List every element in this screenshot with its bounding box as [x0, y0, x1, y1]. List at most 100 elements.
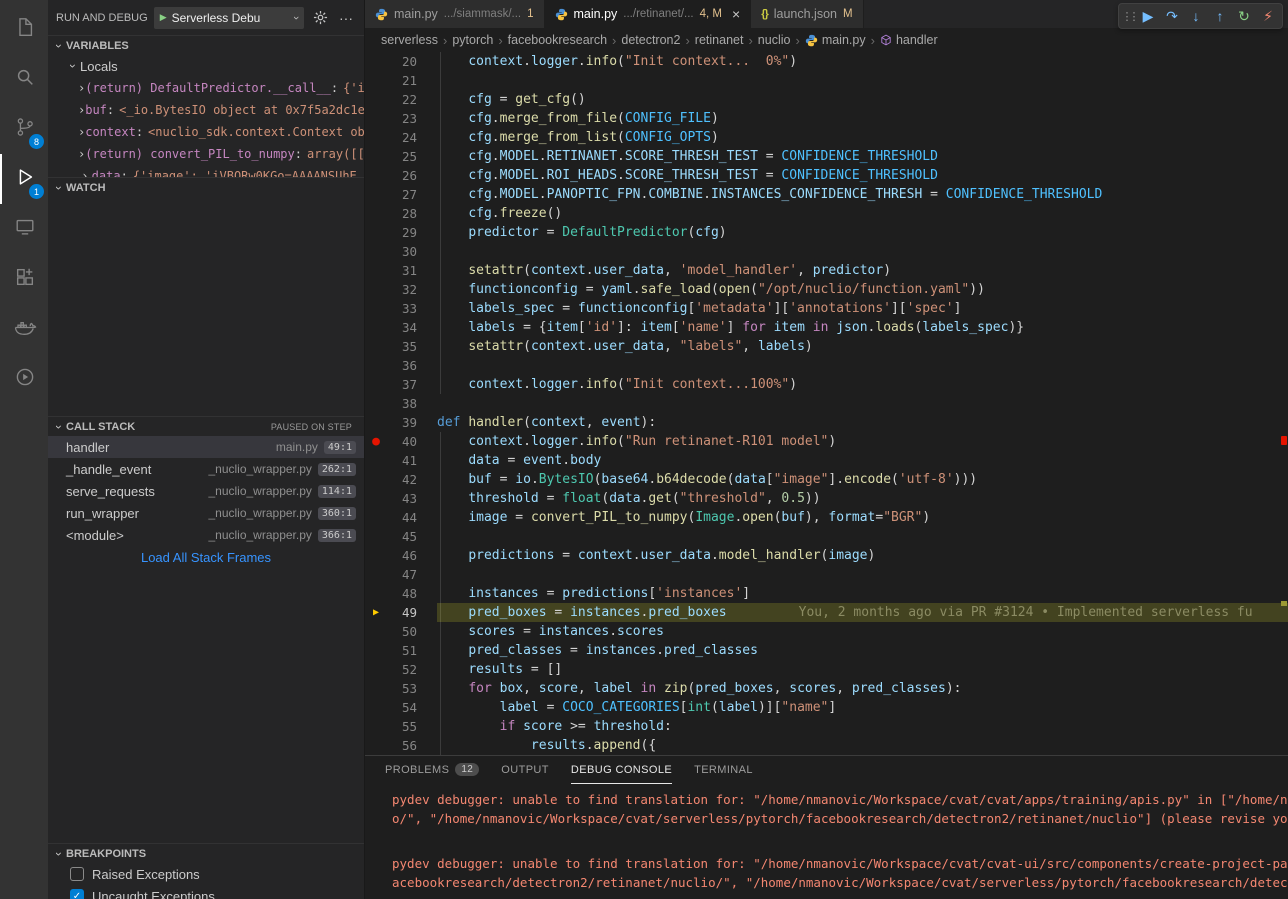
activity-source-control[interactable]: 8: [0, 104, 48, 154]
breadcrumb-item-detectron2[interactable]: detectron2: [621, 33, 680, 47]
breadcrumb-item-main-py[interactable]: main.py: [805, 33, 866, 47]
restart-button[interactable]: ↻: [1232, 4, 1256, 28]
stack-frame-row[interactable]: run_wrapper_nuclio_wrapper.py360:1: [48, 502, 364, 524]
code-line-text[interactable]: pred_boxes = instances.pred_boxesYou, 2 …: [437, 603, 1288, 622]
step-out-button[interactable]: ↑: [1208, 4, 1232, 28]
breakpoint-margin[interactable]: [365, 128, 387, 147]
code-line-text[interactable]: cfg.MODEL.ROI_HEADS.SCORE_THRESH_TEST = …: [437, 166, 1288, 185]
checkbox-checked-icon[interactable]: ✓: [70, 889, 84, 899]
code-line-text[interactable]: [437, 71, 1288, 90]
call-stack-section-header[interactable]: › CALL STACK PAUSED ON STEP: [48, 416, 364, 436]
breakpoint-margin[interactable]: [365, 698, 387, 717]
code-line-text[interactable]: cfg.merge_from_file(CONFIG_FILE): [437, 109, 1288, 128]
breakpoint-margin[interactable]: [365, 166, 387, 185]
breakpoint-margin[interactable]: ▶: [365, 603, 387, 622]
code-line-text[interactable]: if score >= threshold:: [437, 717, 1288, 736]
code-line-text[interactable]: cfg.MODEL.RETINANET.SCORE_THRESH_TEST = …: [437, 147, 1288, 166]
breakpoint-margin[interactable]: [365, 223, 387, 242]
breadcrumb-item-retinanet[interactable]: retinanet: [695, 33, 744, 47]
code-line-text[interactable]: def handler(context, event):: [437, 413, 1288, 432]
breakpoint-margin[interactable]: [365, 280, 387, 299]
breakpoint-margin[interactable]: [365, 641, 387, 660]
code-line-text[interactable]: labels_spec = functionconfig['metadata']…: [437, 299, 1288, 318]
disconnect-button[interactable]: ⚡: [1256, 4, 1280, 28]
editor-tab-launch-json[interactable]: {}launch.jsonM: [751, 0, 863, 28]
breakpoint-margin[interactable]: [365, 470, 387, 489]
panel-tab-problems[interactable]: PROBLEMS12: [385, 756, 479, 784]
code-line-text[interactable]: image = convert_PIL_to_numpy(Image.open(…: [437, 508, 1288, 527]
breakpoint-option-row[interactable]: Raised Exceptions: [48, 863, 364, 885]
variables-section-header[interactable]: › VARIABLES: [48, 35, 364, 55]
scope-locals[interactable]: › Locals: [48, 55, 364, 77]
breakpoint-margin[interactable]: [365, 185, 387, 204]
code-line-text[interactable]: [437, 242, 1288, 261]
code-line-text[interactable]: results.append({: [437, 736, 1288, 755]
breadcrumb-item-nuclio[interactable]: nuclio: [758, 33, 791, 47]
code-line-text[interactable]: setattr(context.user_data, 'model_handle…: [437, 261, 1288, 280]
variable-row[interactable]: ›(return) DefaultPredictor.__call__:{'in…: [48, 77, 364, 99]
code-line-text[interactable]: cfg.merge_from_list(CONFIG_OPTS): [437, 128, 1288, 147]
breakpoint-margin[interactable]: [365, 337, 387, 356]
breakpoint-margin[interactable]: [365, 508, 387, 527]
breakpoint-icon[interactable]: ●: [372, 432, 380, 451]
breakpoint-margin[interactable]: [365, 90, 387, 109]
breakpoint-margin[interactable]: [365, 527, 387, 546]
code-line-text[interactable]: for box, score, label in zip(pred_boxes,…: [437, 679, 1288, 698]
code-line-text[interactable]: data = event.body: [437, 451, 1288, 470]
editor-tab-main-py[interactable]: main.py.../retinanet/...4, M×: [545, 0, 752, 28]
panel-tab-terminal[interactable]: TERMINAL: [694, 756, 753, 784]
breakpoint-margin[interactable]: [365, 394, 387, 413]
more-actions-icon[interactable]: ···: [336, 8, 356, 28]
breakpoint-margin[interactable]: [365, 71, 387, 90]
breakpoint-margin[interactable]: [365, 660, 387, 679]
load-all-stack-frames-link[interactable]: Load All Stack Frames: [48, 546, 364, 568]
breadcrumb-item-serverless[interactable]: serverless: [381, 33, 438, 47]
breakpoint-option-row[interactable]: ✓Uncaught Exceptions: [48, 885, 364, 899]
step-into-button[interactable]: ↓: [1184, 4, 1208, 28]
editor-tab-main-py[interactable]: main.py.../siammask/...1: [365, 0, 545, 28]
breakpoint-margin[interactable]: [365, 356, 387, 375]
breakpoint-margin[interactable]: [365, 622, 387, 641]
stack-frame-row[interactable]: serve_requests_nuclio_wrapper.py114:1: [48, 480, 364, 502]
activity-search[interactable]: [0, 54, 48, 104]
breakpoint-margin[interactable]: [365, 451, 387, 470]
breakpoint-margin[interactable]: [365, 204, 387, 223]
debug-gear-icon[interactable]: [310, 8, 330, 28]
code-line-text[interactable]: scores = instances.scores: [437, 622, 1288, 641]
activity-explorer[interactable]: [0, 4, 48, 54]
stack-frame-row[interactable]: _handle_event_nuclio_wrapper.py262:1: [48, 458, 364, 480]
panel-tab-output[interactable]: OUTPUT: [501, 756, 549, 784]
breakpoint-margin[interactable]: [365, 489, 387, 508]
code-line-text[interactable]: instances = predictions['instances']: [437, 584, 1288, 603]
code-line-text[interactable]: cfg.MODEL.PANOPTIC_FPN.COMBINE.INSTANCES…: [437, 185, 1288, 204]
code-editor[interactable]: 20 context.logger.info("Init context... …: [365, 52, 1288, 755]
start-debugging-icon[interactable]: ▶: [160, 12, 167, 23]
breadcrumb-item-pytorch[interactable]: pytorch: [452, 33, 493, 47]
breakpoint-margin[interactable]: [365, 242, 387, 261]
continue-button[interactable]: ▶: [1136, 4, 1160, 28]
code-line-text[interactable]: label = COCO_CATEGORIES[int(label)]["nam…: [437, 698, 1288, 717]
breakpoint-margin[interactable]: [365, 147, 387, 166]
activity-run-circle[interactable]: [0, 354, 48, 404]
code-line-text[interactable]: cfg = get_cfg(): [437, 90, 1288, 109]
stack-frame-row[interactable]: <module>_nuclio_wrapper.py366:1: [48, 524, 364, 546]
breakpoint-margin[interactable]: [365, 261, 387, 280]
variable-row[interactable]: ›(return) convert_PIL_to_numpy:array([[[…: [48, 143, 364, 165]
breakpoint-margin[interactable]: [365, 375, 387, 394]
breakpoint-margin[interactable]: [365, 52, 387, 71]
code-line-text[interactable]: setattr(context.user_data, "labels", lab…: [437, 337, 1288, 356]
code-line-text[interactable]: context.logger.info("Init context...100%…: [437, 375, 1288, 394]
breakpoint-margin[interactable]: [365, 318, 387, 337]
code-line-text[interactable]: [437, 394, 1288, 413]
breakpoint-margin[interactable]: [365, 584, 387, 603]
activity-run-and-debug[interactable]: 1: [0, 154, 48, 204]
breadcrumb-item-handler[interactable]: handler: [880, 33, 938, 47]
code-line-text[interactable]: pred_classes = instances.pred_classes: [437, 641, 1288, 660]
debug-config-dropdown[interactable]: ▶ Serverless Debu ›: [154, 7, 304, 29]
code-line-text[interactable]: predictions = context.user_data.model_ha…: [437, 546, 1288, 565]
variable-row[interactable]: ›data:{'image': 'iVBORw0KGo=AAAANSUhE…: [48, 165, 364, 177]
code-line-text[interactable]: threshold = float(data.get("threshold", …: [437, 489, 1288, 508]
breakpoint-margin[interactable]: [365, 546, 387, 565]
code-line-text[interactable]: [437, 565, 1288, 584]
activity-extensions[interactable]: [0, 254, 48, 304]
